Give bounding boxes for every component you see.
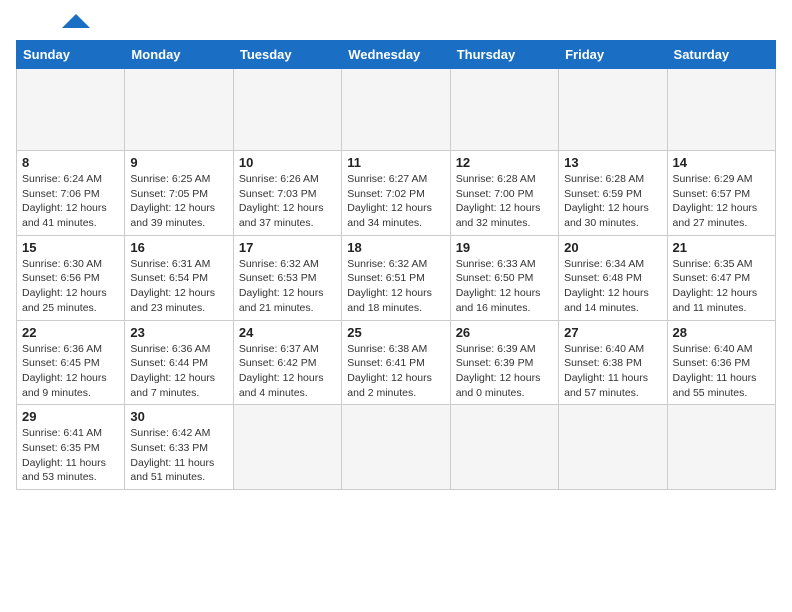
day-number: 28 bbox=[673, 325, 770, 340]
day-info: Sunrise: 6:27 AMSunset: 7:02 PMDaylight:… bbox=[347, 172, 444, 231]
page-header bbox=[16, 16, 776, 28]
day-number: 16 bbox=[130, 240, 227, 255]
weekday-header-tuesday: Tuesday bbox=[233, 41, 341, 69]
calendar-day-17: 17 Sunrise: 6:32 AMSunset: 6:53 PMDayligh… bbox=[233, 235, 341, 320]
calendar-day-empty bbox=[342, 405, 450, 490]
weekday-header-wednesday: Wednesday bbox=[342, 41, 450, 69]
calendar-day-28: 28 Sunrise: 6:40 AMSunset: 6:36 PMDayligh… bbox=[667, 320, 775, 405]
calendar-week-4: 29 Sunrise: 6:41 AMSunset: 6:35 PMDayligh… bbox=[17, 405, 776, 490]
day-number: 27 bbox=[564, 325, 661, 340]
calendar-day-empty bbox=[17, 69, 125, 151]
calendar-day-22: 22 Sunrise: 6:36 AMSunset: 6:45 PMDayligh… bbox=[17, 320, 125, 405]
weekday-header-monday: Monday bbox=[125, 41, 233, 69]
calendar-day-empty bbox=[667, 69, 775, 151]
calendar-day-20: 20 Sunrise: 6:34 AMSunset: 6:48 PMDayligh… bbox=[559, 235, 667, 320]
calendar-day-empty bbox=[233, 405, 341, 490]
calendar-week-2: 15 Sunrise: 6:30 AMSunset: 6:56 PMDayligh… bbox=[17, 235, 776, 320]
calendar-day-21: 21 Sunrise: 6:35 AMSunset: 6:47 PMDayligh… bbox=[667, 235, 775, 320]
day-number: 15 bbox=[22, 240, 119, 255]
day-number: 29 bbox=[22, 409, 119, 424]
day-number: 13 bbox=[564, 155, 661, 170]
weekday-header-sunday: Sunday bbox=[17, 41, 125, 69]
calendar-day-10: 10 Sunrise: 6:26 AMSunset: 7:03 PMDayligh… bbox=[233, 151, 341, 236]
calendar-day-empty bbox=[450, 405, 558, 490]
day-info: Sunrise: 6:28 AMSunset: 6:59 PMDaylight:… bbox=[564, 172, 661, 231]
day-info: Sunrise: 6:34 AMSunset: 6:48 PMDaylight:… bbox=[564, 257, 661, 316]
calendar-day-12: 12 Sunrise: 6:28 AMSunset: 7:00 PMDayligh… bbox=[450, 151, 558, 236]
day-info: Sunrise: 6:25 AMSunset: 7:05 PMDaylight:… bbox=[130, 172, 227, 231]
day-number: 26 bbox=[456, 325, 553, 340]
calendar-day-15: 15 Sunrise: 6:30 AMSunset: 6:56 PMDayligh… bbox=[17, 235, 125, 320]
calendar-week-0 bbox=[17, 69, 776, 151]
calendar-day-9: 9 Sunrise: 6:25 AMSunset: 7:05 PMDaylight… bbox=[125, 151, 233, 236]
calendar-day-27: 27 Sunrise: 6:40 AMSunset: 6:38 PMDayligh… bbox=[559, 320, 667, 405]
day-number: 23 bbox=[130, 325, 227, 340]
day-number: 17 bbox=[239, 240, 336, 255]
day-number: 25 bbox=[347, 325, 444, 340]
calendar-day-empty bbox=[342, 69, 450, 151]
calendar-day-empty bbox=[450, 69, 558, 151]
day-info: Sunrise: 6:30 AMSunset: 6:56 PMDaylight:… bbox=[22, 257, 119, 316]
day-number: 11 bbox=[347, 155, 444, 170]
day-number: 22 bbox=[22, 325, 119, 340]
calendar-week-3: 22 Sunrise: 6:36 AMSunset: 6:45 PMDayligh… bbox=[17, 320, 776, 405]
day-info: Sunrise: 6:37 AMSunset: 6:42 PMDaylight:… bbox=[239, 342, 336, 401]
calendar-day-empty bbox=[233, 69, 341, 151]
calendar-day-30: 30 Sunrise: 6:42 AMSunset: 6:33 PMDayligh… bbox=[125, 405, 233, 490]
calendar-day-empty bbox=[559, 405, 667, 490]
day-info: Sunrise: 6:42 AMSunset: 6:33 PMDaylight:… bbox=[130, 426, 227, 485]
day-info: Sunrise: 6:33 AMSunset: 6:50 PMDaylight:… bbox=[456, 257, 553, 316]
day-number: 20 bbox=[564, 240, 661, 255]
day-info: Sunrise: 6:40 AMSunset: 6:38 PMDaylight:… bbox=[564, 342, 661, 401]
calendar-day-11: 11 Sunrise: 6:27 AMSunset: 7:02 PMDayligh… bbox=[342, 151, 450, 236]
day-number: 14 bbox=[673, 155, 770, 170]
day-info: Sunrise: 6:39 AMSunset: 6:39 PMDaylight:… bbox=[456, 342, 553, 401]
day-info: Sunrise: 6:35 AMSunset: 6:47 PMDaylight:… bbox=[673, 257, 770, 316]
calendar-table: SundayMondayTuesdayWednesdayThursdayFrid… bbox=[16, 40, 776, 490]
day-number: 10 bbox=[239, 155, 336, 170]
logo bbox=[16, 16, 90, 28]
logo-icon bbox=[62, 14, 90, 28]
day-info: Sunrise: 6:31 AMSunset: 6:54 PMDaylight:… bbox=[130, 257, 227, 316]
calendar-day-24: 24 Sunrise: 6:37 AMSunset: 6:42 PMDayligh… bbox=[233, 320, 341, 405]
day-number: 9 bbox=[130, 155, 227, 170]
day-info: Sunrise: 6:41 AMSunset: 6:35 PMDaylight:… bbox=[22, 426, 119, 485]
calendar-day-13: 13 Sunrise: 6:28 AMSunset: 6:59 PMDayligh… bbox=[559, 151, 667, 236]
day-info: Sunrise: 6:26 AMSunset: 7:03 PMDaylight:… bbox=[239, 172, 336, 231]
calendar-day-empty bbox=[559, 69, 667, 151]
calendar-week-1: 8 Sunrise: 6:24 AMSunset: 7:06 PMDaylight… bbox=[17, 151, 776, 236]
calendar-day-empty bbox=[667, 405, 775, 490]
day-info: Sunrise: 6:40 AMSunset: 6:36 PMDaylight:… bbox=[673, 342, 770, 401]
calendar-day-empty bbox=[125, 69, 233, 151]
day-number: 8 bbox=[22, 155, 119, 170]
calendar-day-19: 19 Sunrise: 6:33 AMSunset: 6:50 PMDayligh… bbox=[450, 235, 558, 320]
day-info: Sunrise: 6:38 AMSunset: 6:41 PMDaylight:… bbox=[347, 342, 444, 401]
weekday-header-saturday: Saturday bbox=[667, 41, 775, 69]
calendar-day-26: 26 Sunrise: 6:39 AMSunset: 6:39 PMDayligh… bbox=[450, 320, 558, 405]
weekday-header-friday: Friday bbox=[559, 41, 667, 69]
calendar-day-16: 16 Sunrise: 6:31 AMSunset: 6:54 PMDayligh… bbox=[125, 235, 233, 320]
calendar-day-25: 25 Sunrise: 6:38 AMSunset: 6:41 PMDayligh… bbox=[342, 320, 450, 405]
day-info: Sunrise: 6:36 AMSunset: 6:45 PMDaylight:… bbox=[22, 342, 119, 401]
day-number: 21 bbox=[673, 240, 770, 255]
calendar-day-23: 23 Sunrise: 6:36 AMSunset: 6:44 PMDayligh… bbox=[125, 320, 233, 405]
calendar-day-18: 18 Sunrise: 6:32 AMSunset: 6:51 PMDayligh… bbox=[342, 235, 450, 320]
calendar-day-29: 29 Sunrise: 6:41 AMSunset: 6:35 PMDayligh… bbox=[17, 405, 125, 490]
day-info: Sunrise: 6:36 AMSunset: 6:44 PMDaylight:… bbox=[130, 342, 227, 401]
day-number: 12 bbox=[456, 155, 553, 170]
day-info: Sunrise: 6:32 AMSunset: 6:53 PMDaylight:… bbox=[239, 257, 336, 316]
day-number: 19 bbox=[456, 240, 553, 255]
day-info: Sunrise: 6:29 AMSunset: 6:57 PMDaylight:… bbox=[673, 172, 770, 231]
calendar-day-14: 14 Sunrise: 6:29 AMSunset: 6:57 PMDayligh… bbox=[667, 151, 775, 236]
day-info: Sunrise: 6:24 AMSunset: 7:06 PMDaylight:… bbox=[22, 172, 119, 231]
day-number: 24 bbox=[239, 325, 336, 340]
day-info: Sunrise: 6:28 AMSunset: 7:00 PMDaylight:… bbox=[456, 172, 553, 231]
day-number: 18 bbox=[347, 240, 444, 255]
calendar-day-8: 8 Sunrise: 6:24 AMSunset: 7:06 PMDaylight… bbox=[17, 151, 125, 236]
weekday-header-thursday: Thursday bbox=[450, 41, 558, 69]
day-number: 30 bbox=[130, 409, 227, 424]
day-info: Sunrise: 6:32 AMSunset: 6:51 PMDaylight:… bbox=[347, 257, 444, 316]
